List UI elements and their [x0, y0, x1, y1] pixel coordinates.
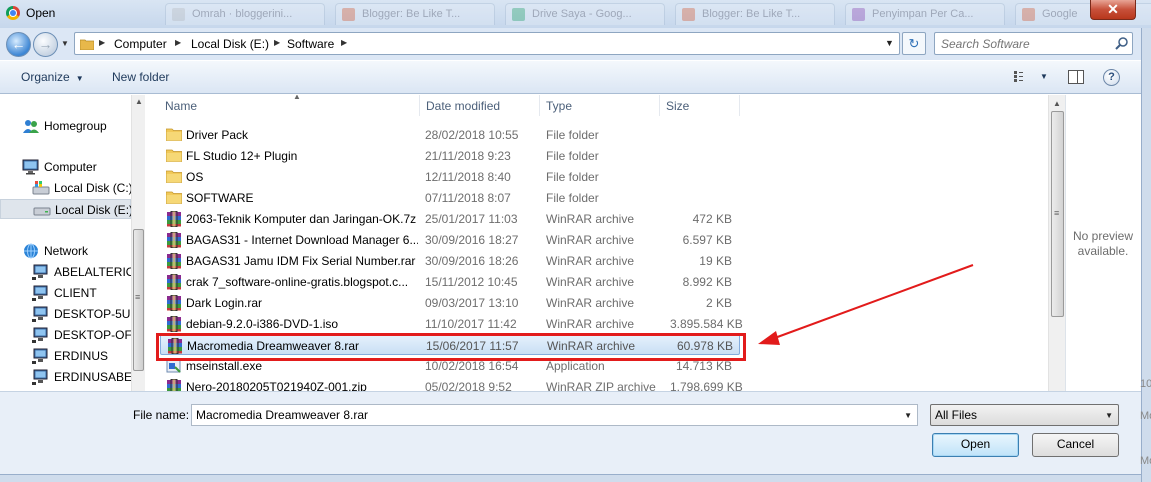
background-text: Mo [1140, 455, 1151, 467]
file-name-field[interactable] [192, 405, 892, 425]
background-text: Mo [1140, 410, 1151, 422]
file-type-filter-select[interactable]: All Files ▼ [930, 404, 1119, 426]
chevron-down-icon: ▼ [1105, 411, 1113, 420]
file-name-combobox: ▼ [191, 404, 918, 426]
background-text: 10 [1140, 378, 1151, 390]
bottom-panel: File name: ▼ All Files ▼ Open Cancel [0, 391, 1141, 474]
file-type-filter-value: All Files [935, 408, 978, 422]
window-frame-bottom [0, 474, 1141, 482]
file-name-label: File name: [133, 408, 190, 422]
open-button[interactable]: Open [932, 433, 1019, 457]
chevron-down-icon[interactable]: ▼ [904, 411, 912, 420]
cancel-button[interactable]: Cancel [1032, 433, 1119, 457]
